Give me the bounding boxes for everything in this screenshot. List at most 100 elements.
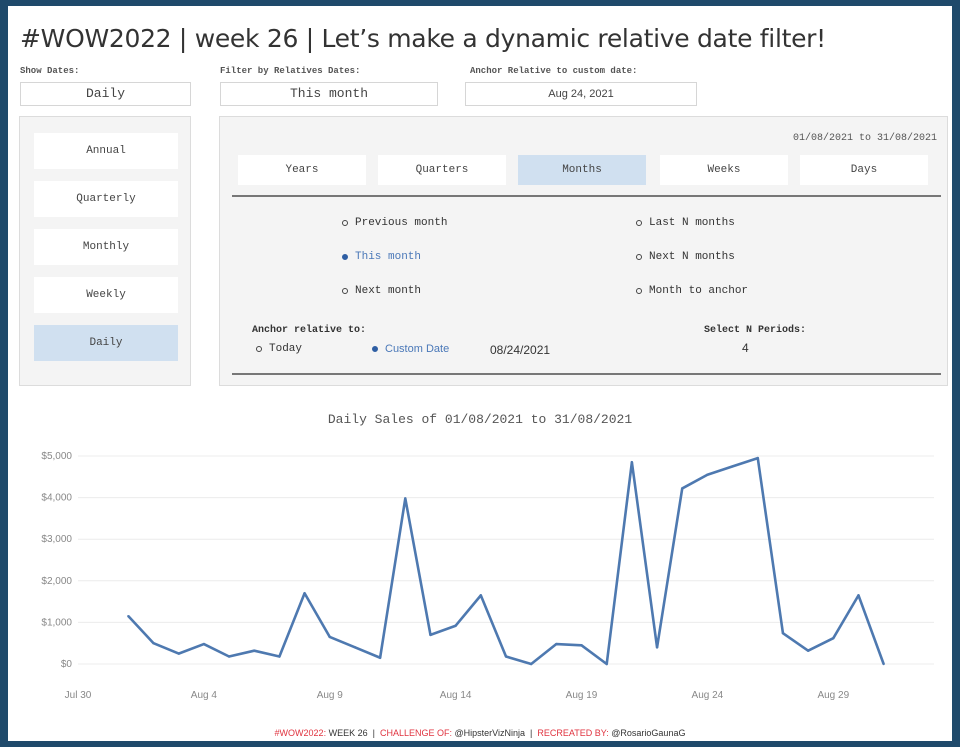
- date-range-text: 01/08/2021 to 31/08/2021: [792, 133, 937, 144]
- sales-data-point[interactable]: [177, 652, 180, 655]
- footer-tag: #WOW2022:: [274, 728, 327, 738]
- sales-data-point[interactable]: [504, 655, 508, 658]
- option-label: Today: [269, 343, 303, 355]
- radio-icon: [256, 346, 262, 352]
- radio-icon: [636, 254, 642, 260]
- sales-data-point[interactable]: [806, 649, 810, 652]
- x-tick-label: Jul 30: [65, 690, 92, 701]
- x-tick-label: Aug 14: [440, 690, 472, 701]
- page-title: #WOW2022 | week 26 | Let’s make a dynami…: [20, 24, 826, 53]
- sales-data-point[interactable]: [529, 662, 533, 666]
- sales-data-point[interactable]: [832, 637, 835, 640]
- sales-data-point[interactable]: [580, 644, 583, 647]
- tab-months[interactable]: Months: [518, 155, 646, 185]
- option-label: Next N months: [649, 251, 735, 263]
- anchor-relative-label: Anchor relative to:: [252, 325, 367, 336]
- option-label: Last N months: [649, 217, 735, 229]
- relative-date-panel: 01/08/2021 to 31/08/2021 Years Quarters …: [219, 116, 948, 386]
- sales-data-point[interactable]: [681, 487, 684, 490]
- sales-data-point[interactable]: [605, 662, 608, 666]
- sales-data-point[interactable]: [706, 473, 709, 476]
- sales-data-point[interactable]: [555, 642, 558, 646]
- sales-data-point[interactable]: [781, 632, 785, 635]
- chart-title: Daily Sales of 01/08/2021 to 31/08/2021: [327, 412, 633, 427]
- y-tick-label: $1,000: [41, 617, 72, 628]
- footer-challenge-by: @HipsterVizNinja: [454, 728, 526, 738]
- anchor-option-custom-date[interactable]: Custom Date: [372, 343, 449, 355]
- tab-weeks[interactable]: Weeks: [660, 155, 788, 185]
- sales-data-point[interactable]: [378, 656, 382, 659]
- granularity-quarterly-button[interactable]: Quarterly: [34, 181, 178, 217]
- footer-separator: |: [372, 728, 375, 738]
- granularity-daily-button[interactable]: Daily: [34, 325, 178, 361]
- tab-years[interactable]: Years: [238, 155, 366, 185]
- panel-divider-top: [232, 195, 941, 197]
- daily-sales-line-chart: $0 $1,000 $2,000 $3,000 $4,000 $5,000 Jul 30 Au…: [41, 451, 934, 701]
- radio-icon: [342, 220, 348, 226]
- radio-icon: [636, 220, 642, 226]
- sales-data-point[interactable]: [655, 646, 659, 649]
- y-tick-label: $0: [61, 659, 73, 670]
- sales-data-point[interactable]: [253, 649, 256, 652]
- sales-data-point[interactable]: [454, 624, 457, 627]
- anchor-custom-label: Anchor Relative to custom date:: [470, 66, 638, 76]
- granularity-panel: Annual Quarterly Monthly Weekly Daily: [19, 116, 191, 386]
- x-tick-label: Aug 9: [317, 690, 344, 701]
- show-dates-dropdown[interactable]: Daily: [20, 82, 191, 106]
- option-month-to-anchor[interactable]: Month to anchor: [636, 285, 748, 297]
- sales-data-point[interactable]: [328, 635, 331, 639]
- sales-data-point[interactable]: [202, 642, 206, 646]
- option-this-month[interactable]: This month: [342, 251, 421, 263]
- option-label: Previous month: [355, 217, 448, 229]
- x-tick-label: Aug 24: [692, 690, 724, 701]
- sales-data-point[interactable]: [857, 594, 860, 597]
- anchor-custom-date-input[interactable]: Aug 24, 2021: [465, 82, 697, 106]
- sales-data-point[interactable]: [429, 633, 432, 637]
- granularity-monthly-button[interactable]: Monthly: [34, 229, 178, 265]
- sales-data-point[interactable]: [227, 655, 231, 658]
- sales-data-point[interactable]: [404, 497, 407, 500]
- granularity-weekly-button[interactable]: Weekly: [34, 277, 178, 313]
- radio-icon: [636, 288, 642, 294]
- sales-data-point[interactable]: [278, 655, 281, 658]
- tab-quarters[interactable]: Quarters: [378, 155, 506, 185]
- radio-selected-icon: [372, 346, 378, 352]
- anchor-date-value: 08/24/2021: [490, 343, 551, 357]
- footer-credits: #WOW2022: WEEK 26 | CHALLENGE OF: @Hipst…: [8, 728, 952, 738]
- option-next-month[interactable]: Next month: [342, 285, 421, 297]
- footer-week: WEEK 26: [328, 728, 368, 738]
- n-periods-label: Select N Periods:: [704, 325, 807, 336]
- radio-selected-icon: [342, 254, 348, 260]
- sales-data-point[interactable]: [756, 456, 759, 460]
- footer-challenge-label: CHALLENGE OF:: [379, 728, 453, 738]
- option-previous-month[interactable]: Previous month: [342, 217, 447, 229]
- y-tick-label: $5,000: [41, 451, 72, 462]
- sales-data-point[interactable]: [630, 461, 634, 464]
- n-periods-value[interactable]: 4: [742, 341, 749, 355]
- y-tick-label: $4,000: [41, 493, 72, 504]
- sales-data-point[interactable]: [152, 642, 155, 645]
- option-last-n-months[interactable]: Last N months: [636, 217, 735, 229]
- y-tick-label: $2,000: [41, 576, 72, 587]
- footer-separator: |: [530, 728, 533, 738]
- dashboard-frame: #WOW2022 | week 26 | Let’s make a dynami…: [8, 6, 952, 741]
- sales-data-point[interactable]: [479, 594, 483, 597]
- radio-icon: [342, 288, 348, 294]
- footer-recreated-label: RECREATED BY:: [537, 728, 609, 738]
- sales-data-point[interactable]: [127, 614, 130, 618]
- tab-days[interactable]: Days: [800, 155, 928, 185]
- granularity-annual-button[interactable]: Annual: [34, 133, 178, 169]
- sales-data-point[interactable]: [882, 662, 885, 666]
- option-label: Custom Date: [385, 343, 450, 355]
- sales-data-point[interactable]: [731, 465, 734, 468]
- option-next-n-months[interactable]: Next N months: [636, 251, 735, 263]
- sales-data-point[interactable]: [303, 592, 306, 595]
- y-tick-label: $3,000: [41, 534, 72, 545]
- option-label: Next month: [355, 285, 422, 297]
- footer-recreated-by: @RosarioGaunaG: [611, 728, 686, 738]
- sales-data-point[interactable]: [353, 646, 357, 649]
- sales-series-line: [127, 456, 885, 666]
- filter-relative-dropdown[interactable]: This month: [220, 82, 438, 106]
- anchor-option-today[interactable]: Today: [256, 343, 302, 355]
- x-tick-label: Aug 19: [566, 690, 598, 701]
